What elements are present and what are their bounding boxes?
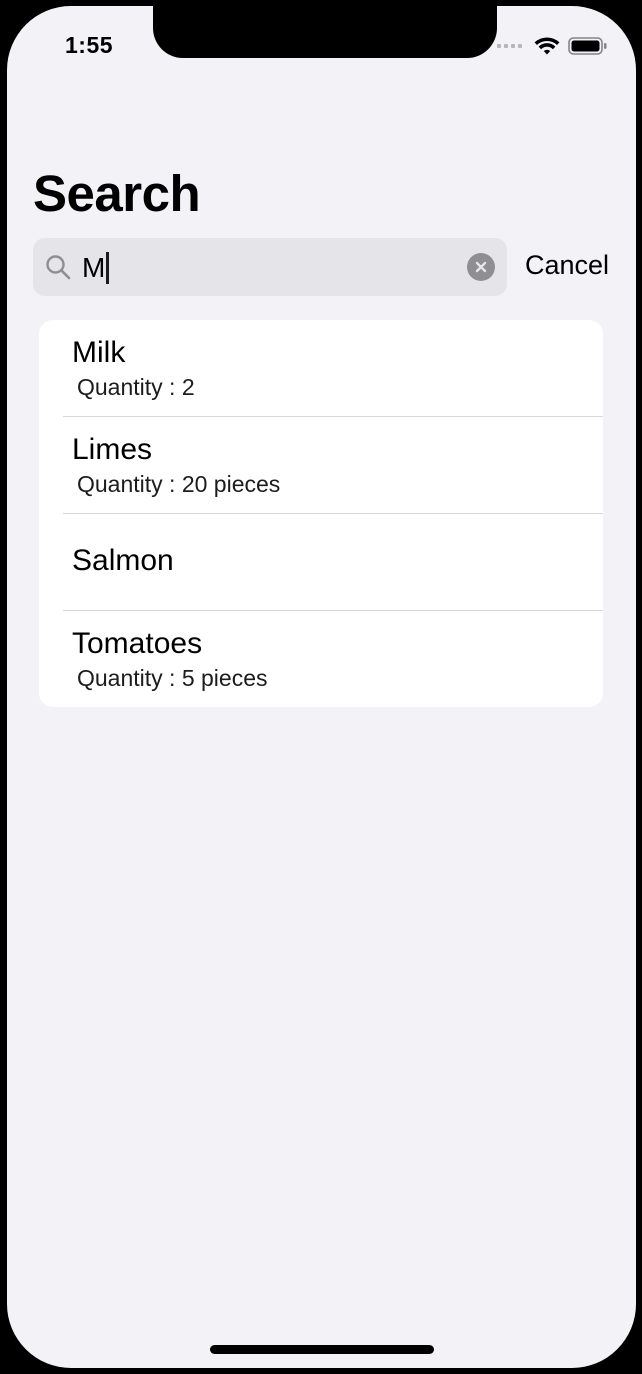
list-item[interactable]: Tomatoes Quantity : 5 pieces xyxy=(39,611,603,707)
list-item[interactable]: Milk Quantity : 2 xyxy=(39,320,603,417)
list-item[interactable]: Salmon xyxy=(39,514,603,611)
search-results-list: Milk Quantity : 2 Limes Quantity : 20 pi… xyxy=(39,320,603,707)
item-name: Limes xyxy=(72,433,153,466)
home-indicator[interactable] xyxy=(210,1345,434,1354)
page-title: Search xyxy=(33,165,201,222)
clear-search-button[interactable] xyxy=(467,253,495,281)
search-input[interactable]: M xyxy=(82,251,110,285)
text-caret xyxy=(106,252,110,284)
status-time: 1:55 xyxy=(65,32,114,58)
magnifying-glass-icon xyxy=(46,255,71,280)
device-notch xyxy=(153,6,497,58)
clear-x-icon xyxy=(475,261,487,273)
item-name: Milk xyxy=(72,336,126,369)
cellular-signal-icon xyxy=(497,44,522,48)
cancel-button[interactable]: Cancel xyxy=(525,250,609,281)
list-item[interactable]: Limes Quantity : 20 pieces xyxy=(39,417,603,514)
app-screen: 1:55 Search M Cancel Milk Quantity: 2 L… xyxy=(7,6,636,1368)
item-name: Tomatoes xyxy=(72,627,203,660)
item-quantity: Quantity : 5 pieces xyxy=(77,665,268,691)
search-input-value: M xyxy=(82,252,106,283)
search-field[interactable]: M xyxy=(33,238,507,296)
wifi-icon xyxy=(534,37,560,55)
item-quantity: Quantity : 2 xyxy=(77,374,195,400)
battery-icon xyxy=(568,37,607,55)
item-quantity: Quantity : 20 pieces xyxy=(77,471,281,497)
status-indicators xyxy=(497,35,608,57)
device-frame: 1:55 Search M Cancel Milk Quantity: 2 L… xyxy=(0,0,642,1374)
item-name: Salmon xyxy=(72,544,174,577)
